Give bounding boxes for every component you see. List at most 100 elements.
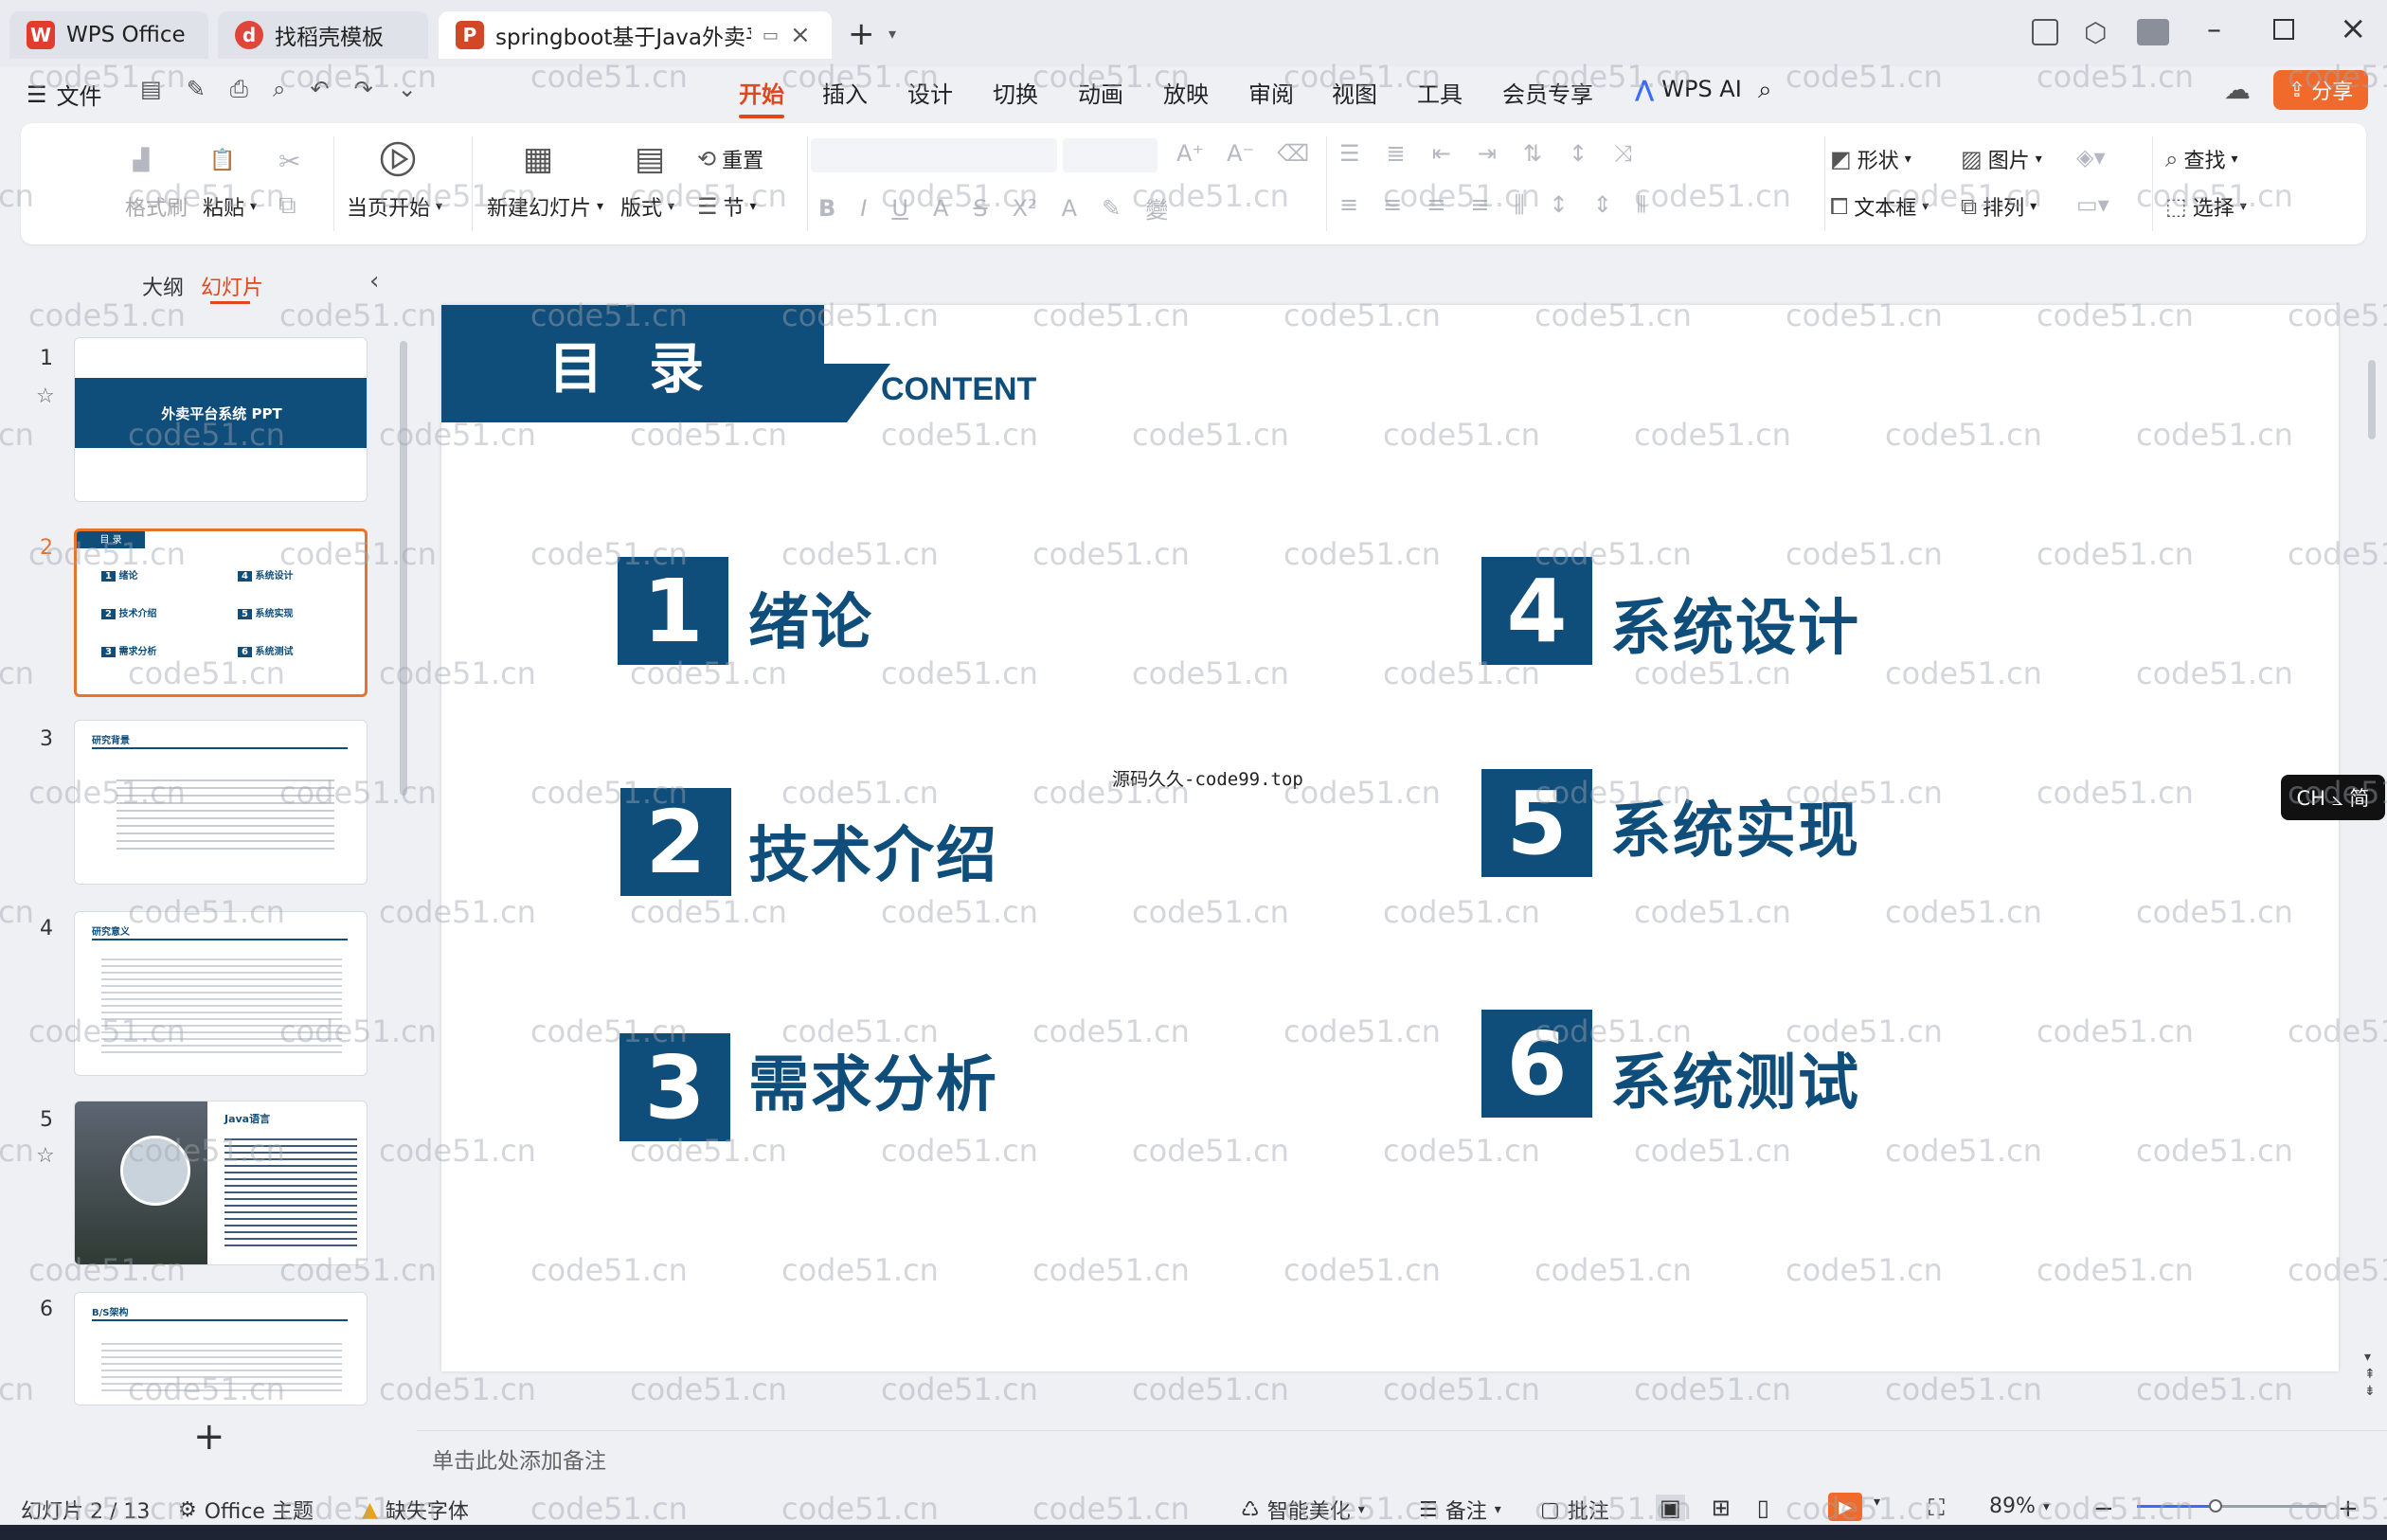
picture-button[interactable]: ▨ 图片 ▾ bbox=[1961, 144, 2042, 174]
play-slideshow-button[interactable]: ▶ bbox=[1828, 1493, 1862, 1521]
slide-thumbnail-5[interactable]: Java语言 bbox=[74, 1101, 368, 1265]
align-right-icon[interactable]: ≡ bbox=[1427, 191, 1445, 218]
shape-button[interactable]: ◩ 形状 ▾ bbox=[1830, 144, 1911, 174]
layout-button[interactable]: 版式 ▾ bbox=[620, 191, 674, 222]
missing-font-button[interactable]: ▲ 缺失字体 bbox=[362, 1495, 469, 1525]
save-icon[interactable]: ▤ bbox=[140, 76, 162, 102]
superscript-icon[interactable]: X² bbox=[1013, 195, 1037, 222]
tab-slides[interactable]: 幻灯片 bbox=[201, 271, 263, 301]
window-layout-icon[interactable] bbox=[2032, 19, 2058, 45]
distribute-icon[interactable]: ⫼ bbox=[1514, 191, 1524, 218]
slide-thumbnail-1[interactable]: 外卖平台系统 PPT bbox=[74, 337, 368, 502]
undo-icon[interactable]: ↶ bbox=[310, 76, 329, 102]
print-icon[interactable]: ⎙ bbox=[230, 76, 248, 102]
slide-thumbnail-3[interactable]: 研究背景 bbox=[74, 720, 368, 885]
justify-icon[interactable]: ≡ bbox=[1470, 191, 1489, 218]
slide-canvas[interactable]: 目 录 CONTENT 1 绪论 2 技术介绍 3 需求分析 4 系统设计 5 … bbox=[441, 305, 2339, 1371]
align-center-icon[interactable]: ≡ bbox=[1383, 191, 1402, 218]
sort-icon[interactable]: ↕ bbox=[1569, 140, 1588, 167]
comments-button[interactable]: ▢ 批注 bbox=[1540, 1495, 1609, 1525]
tab-design[interactable]: 设计 bbox=[907, 76, 953, 109]
outdent-icon[interactable]: ⇤ bbox=[1432, 140, 1451, 167]
copy-icon[interactable]: ⧉ bbox=[278, 191, 296, 221]
from-current-button[interactable]: 当页开始 ▾ bbox=[347, 191, 442, 222]
textbox-button[interactable]: ⧠ 文本框 ▾ bbox=[1830, 191, 1929, 222]
new-slide-button[interactable]: 新建幻灯片 ▾ bbox=[487, 191, 603, 222]
tab-template[interactable]: d 找稻壳模板 bbox=[218, 11, 428, 59]
highlight-icon[interactable]: ✎ bbox=[1102, 195, 1121, 222]
cube-icon[interactable]: ⬡ bbox=[2084, 17, 2107, 48]
star-icon[interactable]: ☆ bbox=[36, 1144, 55, 1168]
zoom-slider-thumb[interactable] bbox=[2209, 1499, 2222, 1513]
tab-tools[interactable]: 工具 bbox=[1417, 76, 1463, 109]
close-tab-icon[interactable]: × bbox=[790, 21, 811, 49]
paste-label[interactable]: 粘贴 ▾ bbox=[203, 191, 257, 222]
tab-animation[interactable]: 动画 bbox=[1078, 76, 1123, 109]
share-button[interactable]: ⇪ 分享 bbox=[2273, 70, 2368, 110]
align-left-icon[interactable]: ≡ bbox=[1339, 191, 1358, 218]
tab-slideshow[interactable]: 放映 bbox=[1163, 76, 1209, 109]
line-spacing-icon[interactable]: ↕ bbox=[1549, 191, 1568, 218]
tab-transition[interactable]: 切换 bbox=[993, 76, 1038, 109]
cloud-upload-icon[interactable]: ☁ bbox=[2224, 74, 2251, 105]
tab-home[interactable]: 开始 bbox=[739, 76, 784, 118]
underline-icon[interactable]: U bbox=[891, 195, 908, 222]
phonetic-icon[interactable]: 變 bbox=[1145, 191, 1168, 224]
outline-icon[interactable]: ▭▾ bbox=[2076, 191, 2109, 218]
zoom-level[interactable]: 89% ▾ bbox=[1989, 1495, 2050, 1518]
slide-thumbnail-2[interactable]: 目 录 1 绪论 2 技术介绍 3 需求分析 4 系统设计 5 系统实现 6 系… bbox=[74, 528, 368, 697]
font-shrink-icon[interactable]: A⁻ bbox=[1227, 140, 1254, 167]
maximize-icon[interactable] bbox=[2273, 19, 2294, 40]
fill-icon[interactable]: ◈▾ bbox=[2076, 144, 2106, 170]
grid-view-icon[interactable]: ⊞ bbox=[1712, 1495, 1731, 1521]
arrange-button[interactable]: ⧉ 排列 ▾ bbox=[1961, 191, 2037, 222]
tab-document[interactable]: P springboot基于Java外卖平台 ▭ × bbox=[439, 11, 832, 59]
bullet-list-icon[interactable]: ☰ bbox=[1339, 140, 1360, 167]
close-window-icon[interactable]: × bbox=[2340, 9, 2367, 47]
text-outline-icon[interactable]: A bbox=[933, 195, 948, 222]
chevron-down-icon[interactable]: ▾ bbox=[1874, 1495, 1880, 1510]
reset-button[interactable]: ⟲ 重置 bbox=[697, 144, 763, 174]
tab-wps-office[interactable]: W WPS Office bbox=[9, 11, 208, 59]
fit-window-icon[interactable]: ⛶ bbox=[1929, 1495, 1945, 1521]
file-menu[interactable]: ☰ 文件 bbox=[27, 78, 102, 111]
monitor-icon[interactable]: ▭ bbox=[763, 26, 779, 45]
cut-icon[interactable]: ✂ bbox=[278, 146, 300, 177]
font-size-select[interactable] bbox=[1063, 138, 1158, 172]
format-painter-button[interactable]: ▟ bbox=[125, 144, 157, 176]
avatar[interactable] bbox=[2137, 19, 2169, 45]
ime-indicator[interactable]: CH ⦣ 简 bbox=[2281, 775, 2385, 820]
italic-icon[interactable]: I bbox=[860, 195, 867, 222]
minimize-icon[interactable]: – bbox=[2207, 13, 2221, 46]
theme-button[interactable]: ⚙ Office 主题 bbox=[178, 1495, 314, 1525]
redo-icon[interactable]: ↷ bbox=[354, 76, 373, 102]
normal-view-icon[interactable]: ▣ bbox=[1656, 1495, 1685, 1521]
numbered-list-icon[interactable]: ≣ bbox=[1387, 140, 1406, 167]
tab-member[interactable]: 会员专享 bbox=[1502, 76, 1593, 109]
font-grow-icon[interactable]: A⁺ bbox=[1176, 140, 1204, 167]
paste-button[interactable]: 📋 bbox=[206, 144, 239, 176]
strikethrough-icon[interactable]: S bbox=[973, 195, 987, 222]
font-color-icon[interactable]: A bbox=[1062, 195, 1077, 222]
chevron-down-icon[interactable]: ⌄ bbox=[398, 76, 417, 102]
slide-thumbnail-4[interactable]: 研究意义 bbox=[74, 911, 368, 1076]
scroll-arrows[interactable]: ▾ ⇞ ⇟ bbox=[2364, 1349, 2376, 1400]
tab-review[interactable]: 审阅 bbox=[1248, 76, 1294, 109]
zoom-in-icon[interactable]: + bbox=[2338, 1495, 2359, 1523]
indent-icon[interactable]: ⇥ bbox=[1478, 140, 1497, 167]
tab-view[interactable]: 视图 bbox=[1332, 76, 1377, 109]
slide-thumbnail-6[interactable]: B/S架构 bbox=[74, 1292, 368, 1406]
pen-icon[interactable]: ✎ bbox=[187, 76, 206, 102]
clear-format-icon[interactable]: ⌫ bbox=[1277, 140, 1309, 167]
collapse-panel-icon[interactable]: ‹ bbox=[369, 267, 379, 295]
convert-icon[interactable]: ⤨ bbox=[1614, 140, 1632, 167]
font-family-select[interactable] bbox=[811, 138, 1057, 172]
new-tab-button[interactable]: + bbox=[848, 15, 875, 53]
layout-icon[interactable]: ▤ bbox=[635, 140, 665, 178]
tab-insert[interactable]: 插入 bbox=[822, 76, 868, 109]
new-slide-icon[interactable]: ▦ bbox=[523, 140, 553, 178]
chevron-down-icon[interactable]: ▾ bbox=[888, 25, 896, 43]
star-icon[interactable]: ☆ bbox=[36, 385, 55, 408]
reading-view-icon[interactable]: ▯ bbox=[1757, 1495, 1769, 1521]
wps-ai-button[interactable]: ⋀ WPS AI bbox=[1635, 76, 1742, 102]
